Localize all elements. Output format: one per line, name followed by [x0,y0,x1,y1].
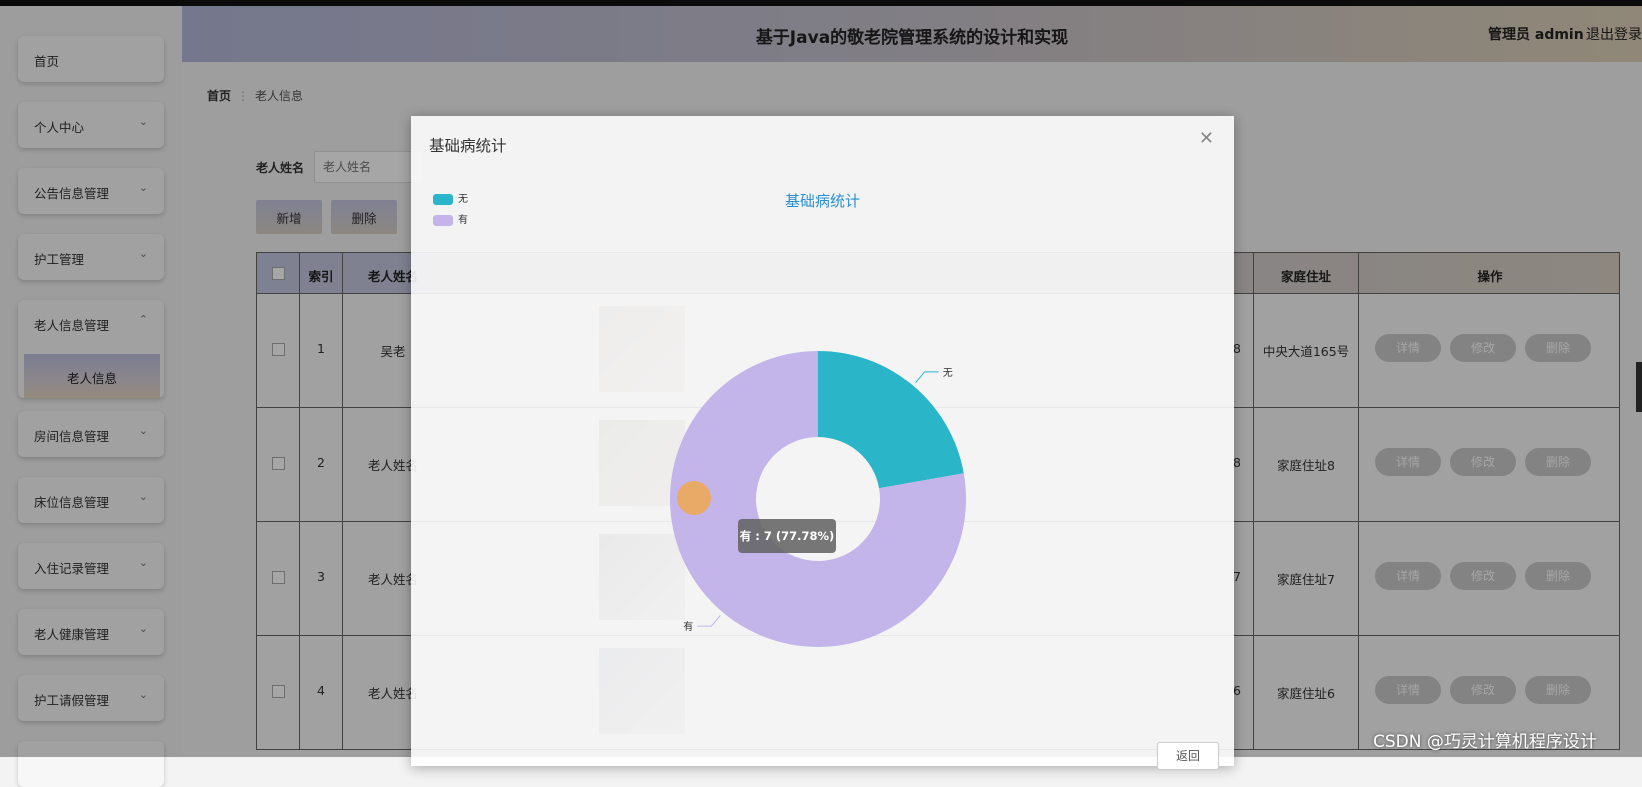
return-button[interactable]: 返回 [1157,742,1219,770]
pie-label: 有 [683,620,693,633]
chart-tooltip: 有 : 7 (77.78%) [738,519,836,553]
cursor-highlight [677,481,711,515]
watermark: CSDN @巧灵计算机程序设计 [1373,732,1597,752]
pie-leader-line [915,371,939,383]
pie-leader-line [697,615,721,627]
pie-label: 无 [943,368,953,379]
stats-dialog: 基础病统计 ✕ 无 有 基础病统计 无有 有 : 7 (77.78%) 返回 [411,116,1234,770]
pie-chart: 无有 [670,351,966,647]
